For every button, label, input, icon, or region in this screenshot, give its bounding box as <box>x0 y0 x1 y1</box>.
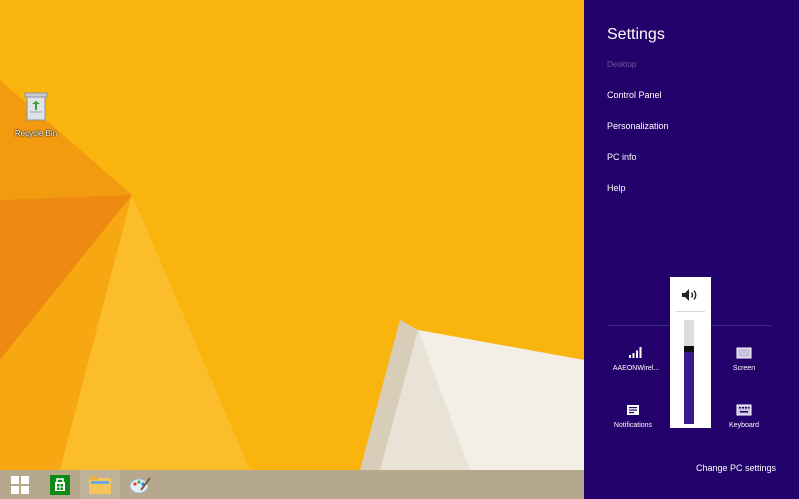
volume-slider[interactable] <box>684 320 694 424</box>
recycle-bin[interactable]: Recycle Bin <box>8 90 64 138</box>
volume-flyout <box>670 277 711 428</box>
notifications-icon <box>627 405 639 415</box>
speaker-icon[interactable] <box>681 288 699 302</box>
keyboard-tile[interactable]: Keyboard <box>716 404 772 429</box>
menu-personalization[interactable]: Personalization <box>607 121 669 131</box>
volume-separator <box>676 311 705 312</box>
keyboard-icon <box>736 404 752 416</box>
volume-fill <box>684 349 694 424</box>
recycle-bin-label: Recycle Bin <box>14 129 58 138</box>
screen-tile[interactable]: Screen <box>716 347 772 372</box>
taskbar <box>0 470 584 499</box>
wallpaper <box>0 0 584 470</box>
desktop-background: Recycle Bin <box>0 0 584 470</box>
keyboard-label: Keyboard <box>729 422 759 429</box>
network-tile[interactable]: AAEONWirel... <box>608 345 664 372</box>
notifications-label: Notifications <box>613 422 653 429</box>
current-app-name: Desktop <box>607 60 637 69</box>
wifi-signal-icon <box>629 347 642 358</box>
recycle-bin-icon <box>24 92 48 121</box>
paint-icon <box>129 476 151 493</box>
menu-control-panel[interactable]: Control Panel <box>607 90 662 100</box>
store-button[interactable] <box>40 470 80 499</box>
network-label: AAEONWirel... <box>612 365 660 372</box>
file-explorer-icon <box>89 475 111 494</box>
screen-icon <box>736 347 752 359</box>
menu-help[interactable]: Help <box>607 183 626 193</box>
settings-title: Settings <box>607 26 665 43</box>
store-icon <box>50 474 70 495</box>
change-pc-settings-link[interactable]: Change PC settings <box>696 463 776 473</box>
paint-button[interactable] <box>120 470 160 499</box>
menu-pc-info[interactable]: PC info <box>607 152 637 162</box>
start-button[interactable] <box>0 470 40 499</box>
start-icon <box>11 475 29 494</box>
screen-label: Screen <box>732 365 756 372</box>
file-explorer-button[interactable] <box>80 470 120 499</box>
notifications-tile[interactable]: Notifications <box>605 404 661 429</box>
volume-thumb[interactable] <box>684 346 694 352</box>
